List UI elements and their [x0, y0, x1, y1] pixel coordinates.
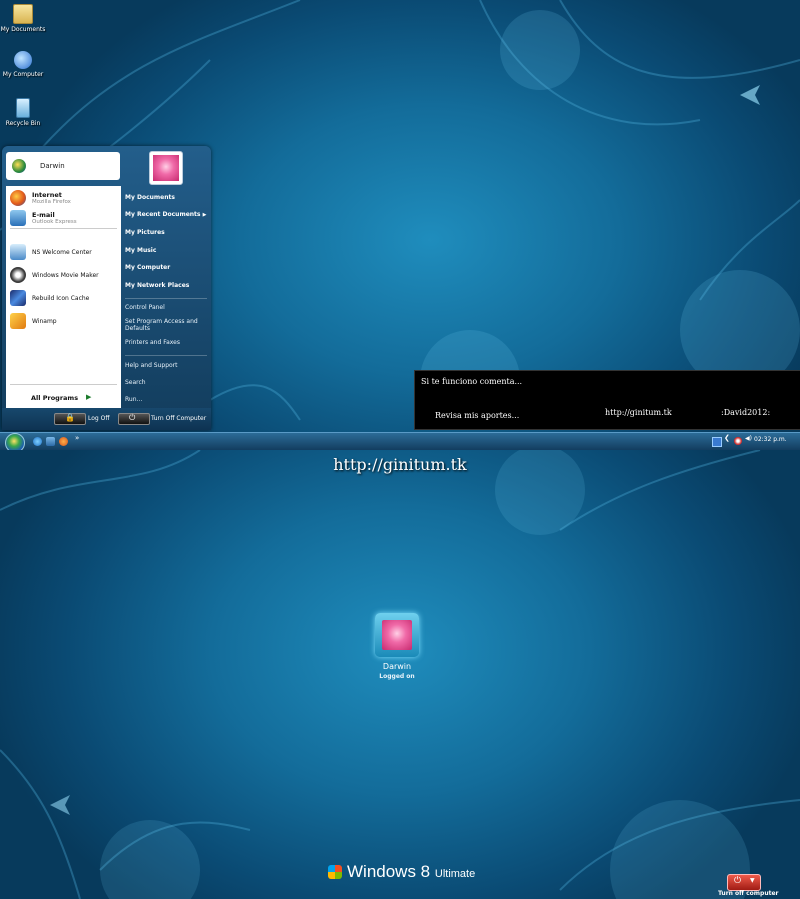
login-status: Logged on: [379, 673, 415, 680]
divider: [10, 384, 117, 385]
log-off-button[interactable]: 🔒: [54, 413, 86, 425]
start-item-subtitle: Outlook Express: [32, 219, 77, 225]
winamp-icon: [10, 313, 26, 329]
start-item-title: Internet: [32, 191, 62, 199]
log-off-label: Log Off: [88, 415, 110, 422]
start-item-label: NS Welcome Center: [32, 249, 92, 256]
shutdown-label: Turn off computer: [718, 890, 779, 897]
start-link-my-recent-documents[interactable]: My Recent Documents ▶: [125, 211, 211, 218]
show-desktop-icon[interactable]: [46, 437, 55, 446]
divider: [10, 228, 117, 229]
desktop-icon-recycle-bin[interactable]: Recycle Bin: [0, 98, 46, 127]
outlook-icon: [10, 210, 26, 226]
lock-icon: 🔒: [65, 413, 75, 422]
start-item-label: Windows Movie Maker: [32, 272, 99, 279]
start-link-my-documents[interactable]: My Documents: [125, 194, 211, 201]
start-menu-left-pane: Internet Mozilla Firefox E-mail Outlook …: [6, 186, 121, 408]
desktop-icon-my-documents[interactable]: My Documents: [0, 4, 46, 33]
clock[interactable]: 02:32 p.m.: [754, 436, 787, 443]
user-name: Darwin: [40, 162, 65, 170]
divider: [125, 298, 207, 299]
brand-wordmark: Windows 8 Ultimate: [347, 862, 475, 882]
desktop-icon-label: My Computer: [2, 71, 44, 78]
power-icon: ⏻: [734, 876, 742, 886]
divider: [125, 355, 207, 356]
start-link-my-music[interactable]: My Music: [125, 247, 211, 254]
volume-icon[interactable]: ◀): [745, 435, 753, 443]
brand-name: Windows 8: [347, 862, 431, 881]
start-item-welcome-center[interactable]: NS Welcome Center: [6, 244, 121, 260]
start-item-movie-maker[interactable]: Windows Movie Maker: [6, 267, 121, 283]
folder-icon: [13, 4, 33, 24]
bird-icon: [50, 795, 70, 815]
start-item-winamp[interactable]: Winamp: [6, 313, 121, 329]
desktop-icon-my-computer[interactable]: My Computer: [0, 51, 46, 78]
start-link-control-panel[interactable]: Control Panel: [125, 304, 211, 311]
user-orb-icon: [12, 159, 26, 173]
start-link-my-pictures[interactable]: My Pictures: [125, 229, 211, 236]
start-link-search[interactable]: Search: [125, 379, 211, 386]
turn-off-button[interactable]: ⏻: [118, 413, 150, 425]
start-item-title: E-mail: [32, 211, 55, 219]
computer-icon: [14, 51, 32, 69]
start-menu-right-pane: My Documents My Recent Documents ▶ My Pi…: [121, 186, 211, 408]
power-icon: ⏻: [129, 413, 136, 422]
keyboard-icon[interactable]: [712, 437, 722, 447]
start-item-internet[interactable]: Internet Mozilla Firefox: [6, 190, 121, 206]
windows-flag-icon: [328, 865, 342, 879]
system-tray: ❮ ◀) 02:32 p.m.: [710, 434, 800, 449]
user-picture[interactable]: [149, 151, 183, 185]
flower-picture-icon: [153, 155, 179, 181]
internet-explorer-icon[interactable]: [33, 437, 42, 446]
all-programs-button[interactable]: All Programs ▶: [6, 391, 121, 405]
start-link-help-support[interactable]: Help and Support: [125, 362, 211, 369]
arrow-right-icon: ▶: [86, 393, 92, 401]
firefox-icon: [10, 190, 26, 206]
start-link-run[interactable]: Run...: [125, 396, 211, 403]
start-link-program-access[interactable]: Set Program Access and Defaults: [125, 318, 211, 332]
movie-maker-icon: [10, 267, 26, 283]
chevron-down-icon: ▼: [750, 877, 755, 884]
start-item-subtitle: Mozilla Firefox: [32, 199, 71, 205]
site-title: http://ginitum.tk: [333, 455, 467, 474]
quick-launch-more-button[interactable]: »: [75, 434, 79, 442]
shutdown-button[interactable]: ⏻ ▼: [727, 874, 761, 891]
welcome-center-icon: [10, 244, 26, 260]
notification-line: Si te funciono comenta...: [421, 377, 523, 386]
start-item-label: Winamp: [32, 318, 57, 325]
start-item-rebuild-icon-cache[interactable]: Rebuild Icon Cache: [6, 290, 121, 306]
desktop-icon-label: Recycle Bin: [5, 120, 41, 127]
turn-off-label: Turn Off Computer: [151, 415, 207, 422]
all-programs-label: All Programs: [31, 394, 79, 402]
recycle-bin-icon: [16, 98, 30, 118]
arrow-right-icon: ▶: [202, 212, 207, 218]
start-menu: Darwin Internet Mozilla Firefox E-mail O…: [2, 146, 211, 430]
firefox-icon[interactable]: [59, 437, 68, 446]
start-link-my-network-places[interactable]: My Network Places: [125, 282, 211, 289]
rebuild-icon-cache-icon: [10, 290, 26, 306]
start-menu-footer: 🔒 Log Off ⏻ Turn Off Computer: [2, 408, 211, 430]
login-user-name: Darwin: [382, 662, 412, 671]
start-link-my-computer[interactable]: My Computer: [125, 264, 211, 271]
taskbar: » ❮ ◀) 02:32 p.m.: [0, 432, 800, 453]
brand-edition: Ultimate: [434, 868, 476, 880]
notification-link[interactable]: http://ginitum.tk: [605, 408, 672, 417]
desktop-icon-label: My Documents: [0, 26, 46, 33]
start-link-label: My Recent Documents: [125, 211, 201, 218]
start-link-printers-faxes[interactable]: Printers and Faxes: [125, 339, 211, 346]
notification-banner: Si te funciono comenta... Revisa mis apo…: [414, 370, 800, 430]
notification-signature: :David2012:: [721, 408, 771, 417]
start-item-email[interactable]: E-mail Outlook Express: [6, 210, 121, 226]
chevron-left-icon[interactable]: ❮: [724, 434, 732, 442]
login-user-tile[interactable]: [375, 613, 419, 657]
start-menu-user[interactable]: Darwin: [6, 152, 120, 180]
start-item-label: Rebuild Icon Cache: [32, 295, 90, 302]
notification-line: Revisa mis aportes...: [435, 411, 520, 420]
bird-icon: [740, 85, 760, 105]
security-shield-icon[interactable]: [734, 437, 742, 445]
flower-picture-icon: [382, 620, 412, 650]
